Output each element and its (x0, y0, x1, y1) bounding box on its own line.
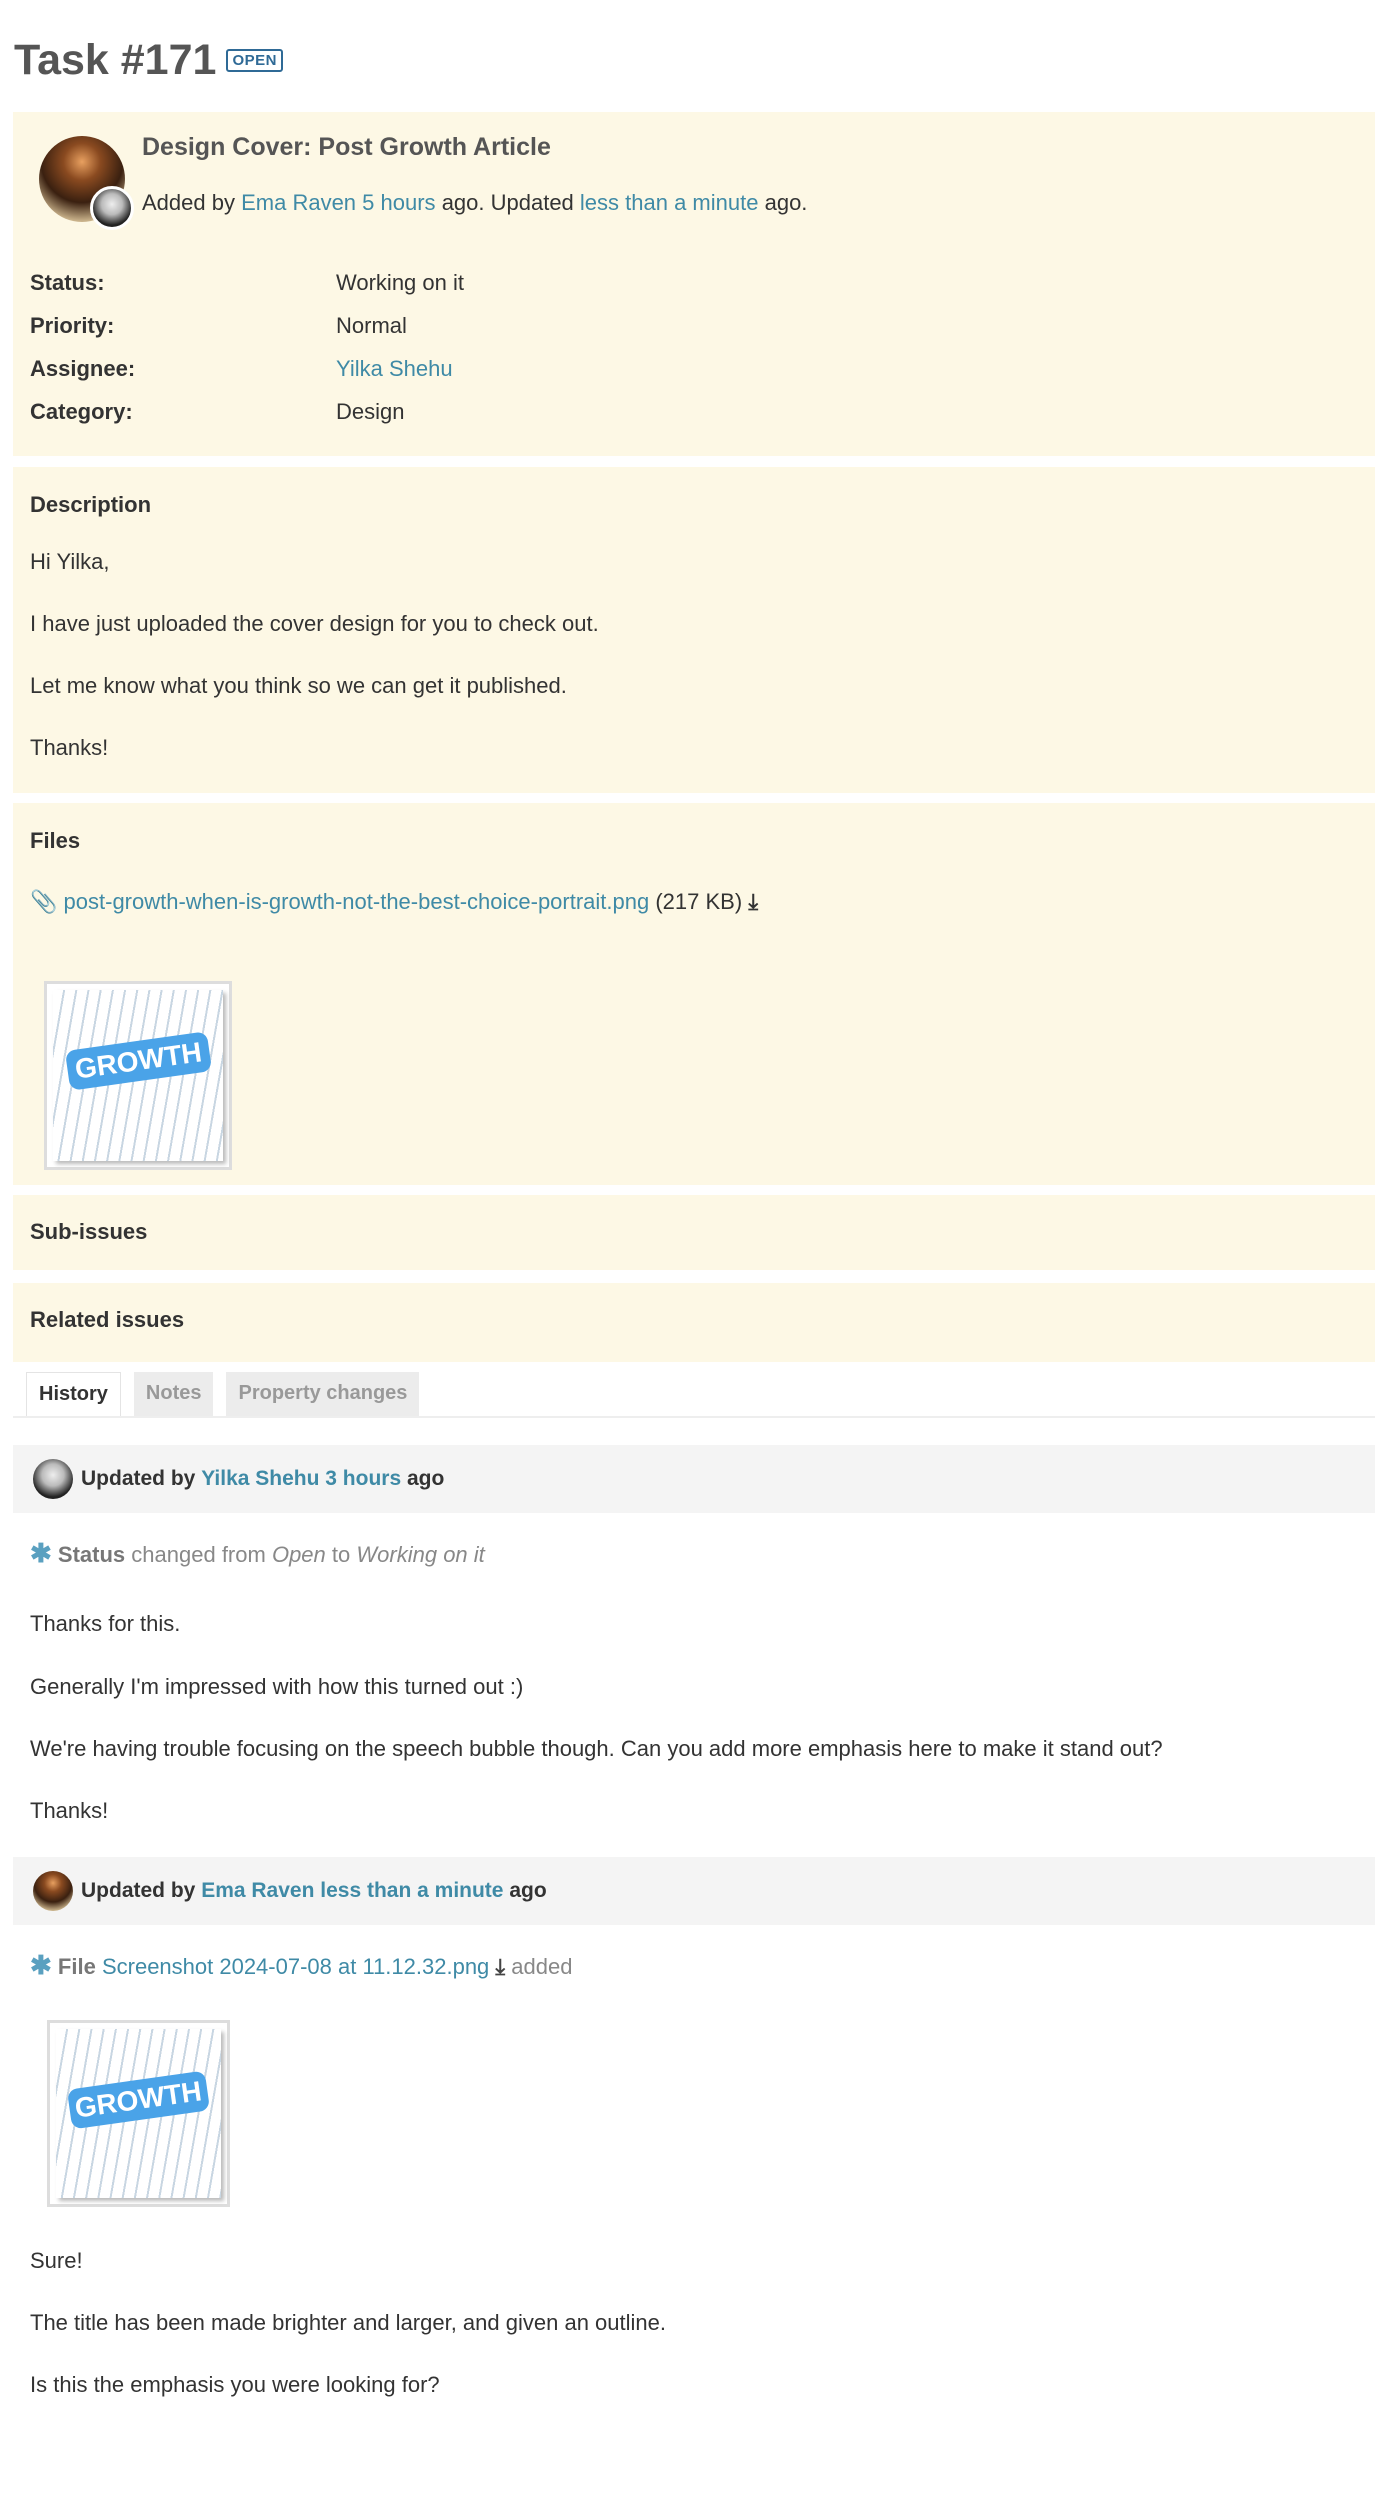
file-item: 📎 post-growth-when-is-growth-not-the-bes… (30, 889, 759, 914)
summary-panel: Design Cover: Post Growth Article Added … (13, 112, 1375, 456)
time-link[interactable]: 3 hours (325, 1467, 401, 1491)
task-subject: Design Cover: Post Growth Article (142, 133, 551, 161)
user-link[interactable]: Yilka Shehu (201, 1467, 319, 1491)
tab-history[interactable]: History (26, 1372, 121, 1416)
paperclip-icon: 📎 (30, 889, 58, 914)
download-icon[interactable]: ⤓ (748, 889, 758, 914)
file-link[interactable]: Screenshot 2024-07-08 at 11.12.32.png (102, 1954, 489, 1979)
status-badge: OPEN (226, 49, 283, 72)
asterisk-icon: ✱ (30, 1538, 52, 1568)
status-change: ✱ Status changed from Open to Working on… (30, 1538, 485, 1568)
added-time-link[interactable]: 5 hours (362, 190, 435, 215)
tab-notes[interactable]: Notes (133, 1372, 214, 1416)
related-panel: Related issues (13, 1283, 1375, 1362)
divider (13, 1416, 1375, 1418)
file-thumbnail[interactable]: GROWTH (44, 981, 232, 1170)
user-avatar (33, 1459, 73, 1499)
field-assignee: Assignee: Yilka Shehu (30, 356, 453, 381)
page-title: Task #171 OPEN (14, 36, 283, 85)
files-panel: Files 📎 post-growth-when-is-growth-not-t… (13, 803, 1375, 1185)
field-priority: Priority: Normal (30, 313, 407, 338)
user-link[interactable]: Ema Raven (201, 1879, 314, 1903)
file-link[interactable]: post-growth-when-is-growth-not-the-best-… (64, 889, 650, 914)
download-icon[interactable]: ⤓ (495, 1954, 505, 1979)
history-entry-header: Updated by Ema Raven less than a minute … (13, 1857, 1375, 1925)
user-avatar (33, 1871, 73, 1911)
task-meta: Added by Ema Raven 5 hours ago. Updated … (142, 190, 808, 215)
asterisk-icon: ✱ (30, 1950, 52, 1980)
history-entry-header: Updated by Yilka Shehu 3 hours ago (13, 1445, 1375, 1513)
assignee-link[interactable]: Yilka Shehu (336, 356, 453, 381)
assignee-avatar (90, 186, 134, 230)
description-panel: Description Hi Yilka, I have just upload… (13, 467, 1375, 793)
author-link[interactable]: Ema Raven (241, 190, 356, 215)
subissues-panel: Sub-issues (13, 1195, 1375, 1270)
file-thumbnail[interactable]: GROWTH (47, 2020, 230, 2207)
history-tabs: History Notes Property changes (26, 1372, 420, 1416)
field-category: Category: Design (30, 399, 405, 424)
tab-property-changes[interactable]: Property changes (226, 1372, 420, 1416)
file-change: ✱ File Screenshot 2024-07-08 at 11.12.32… (30, 1950, 573, 1980)
time-link[interactable]: less than a minute (320, 1879, 503, 1903)
field-status: Status: Working on it (30, 270, 464, 295)
updated-time-link[interactable]: less than a minute (580, 190, 759, 215)
